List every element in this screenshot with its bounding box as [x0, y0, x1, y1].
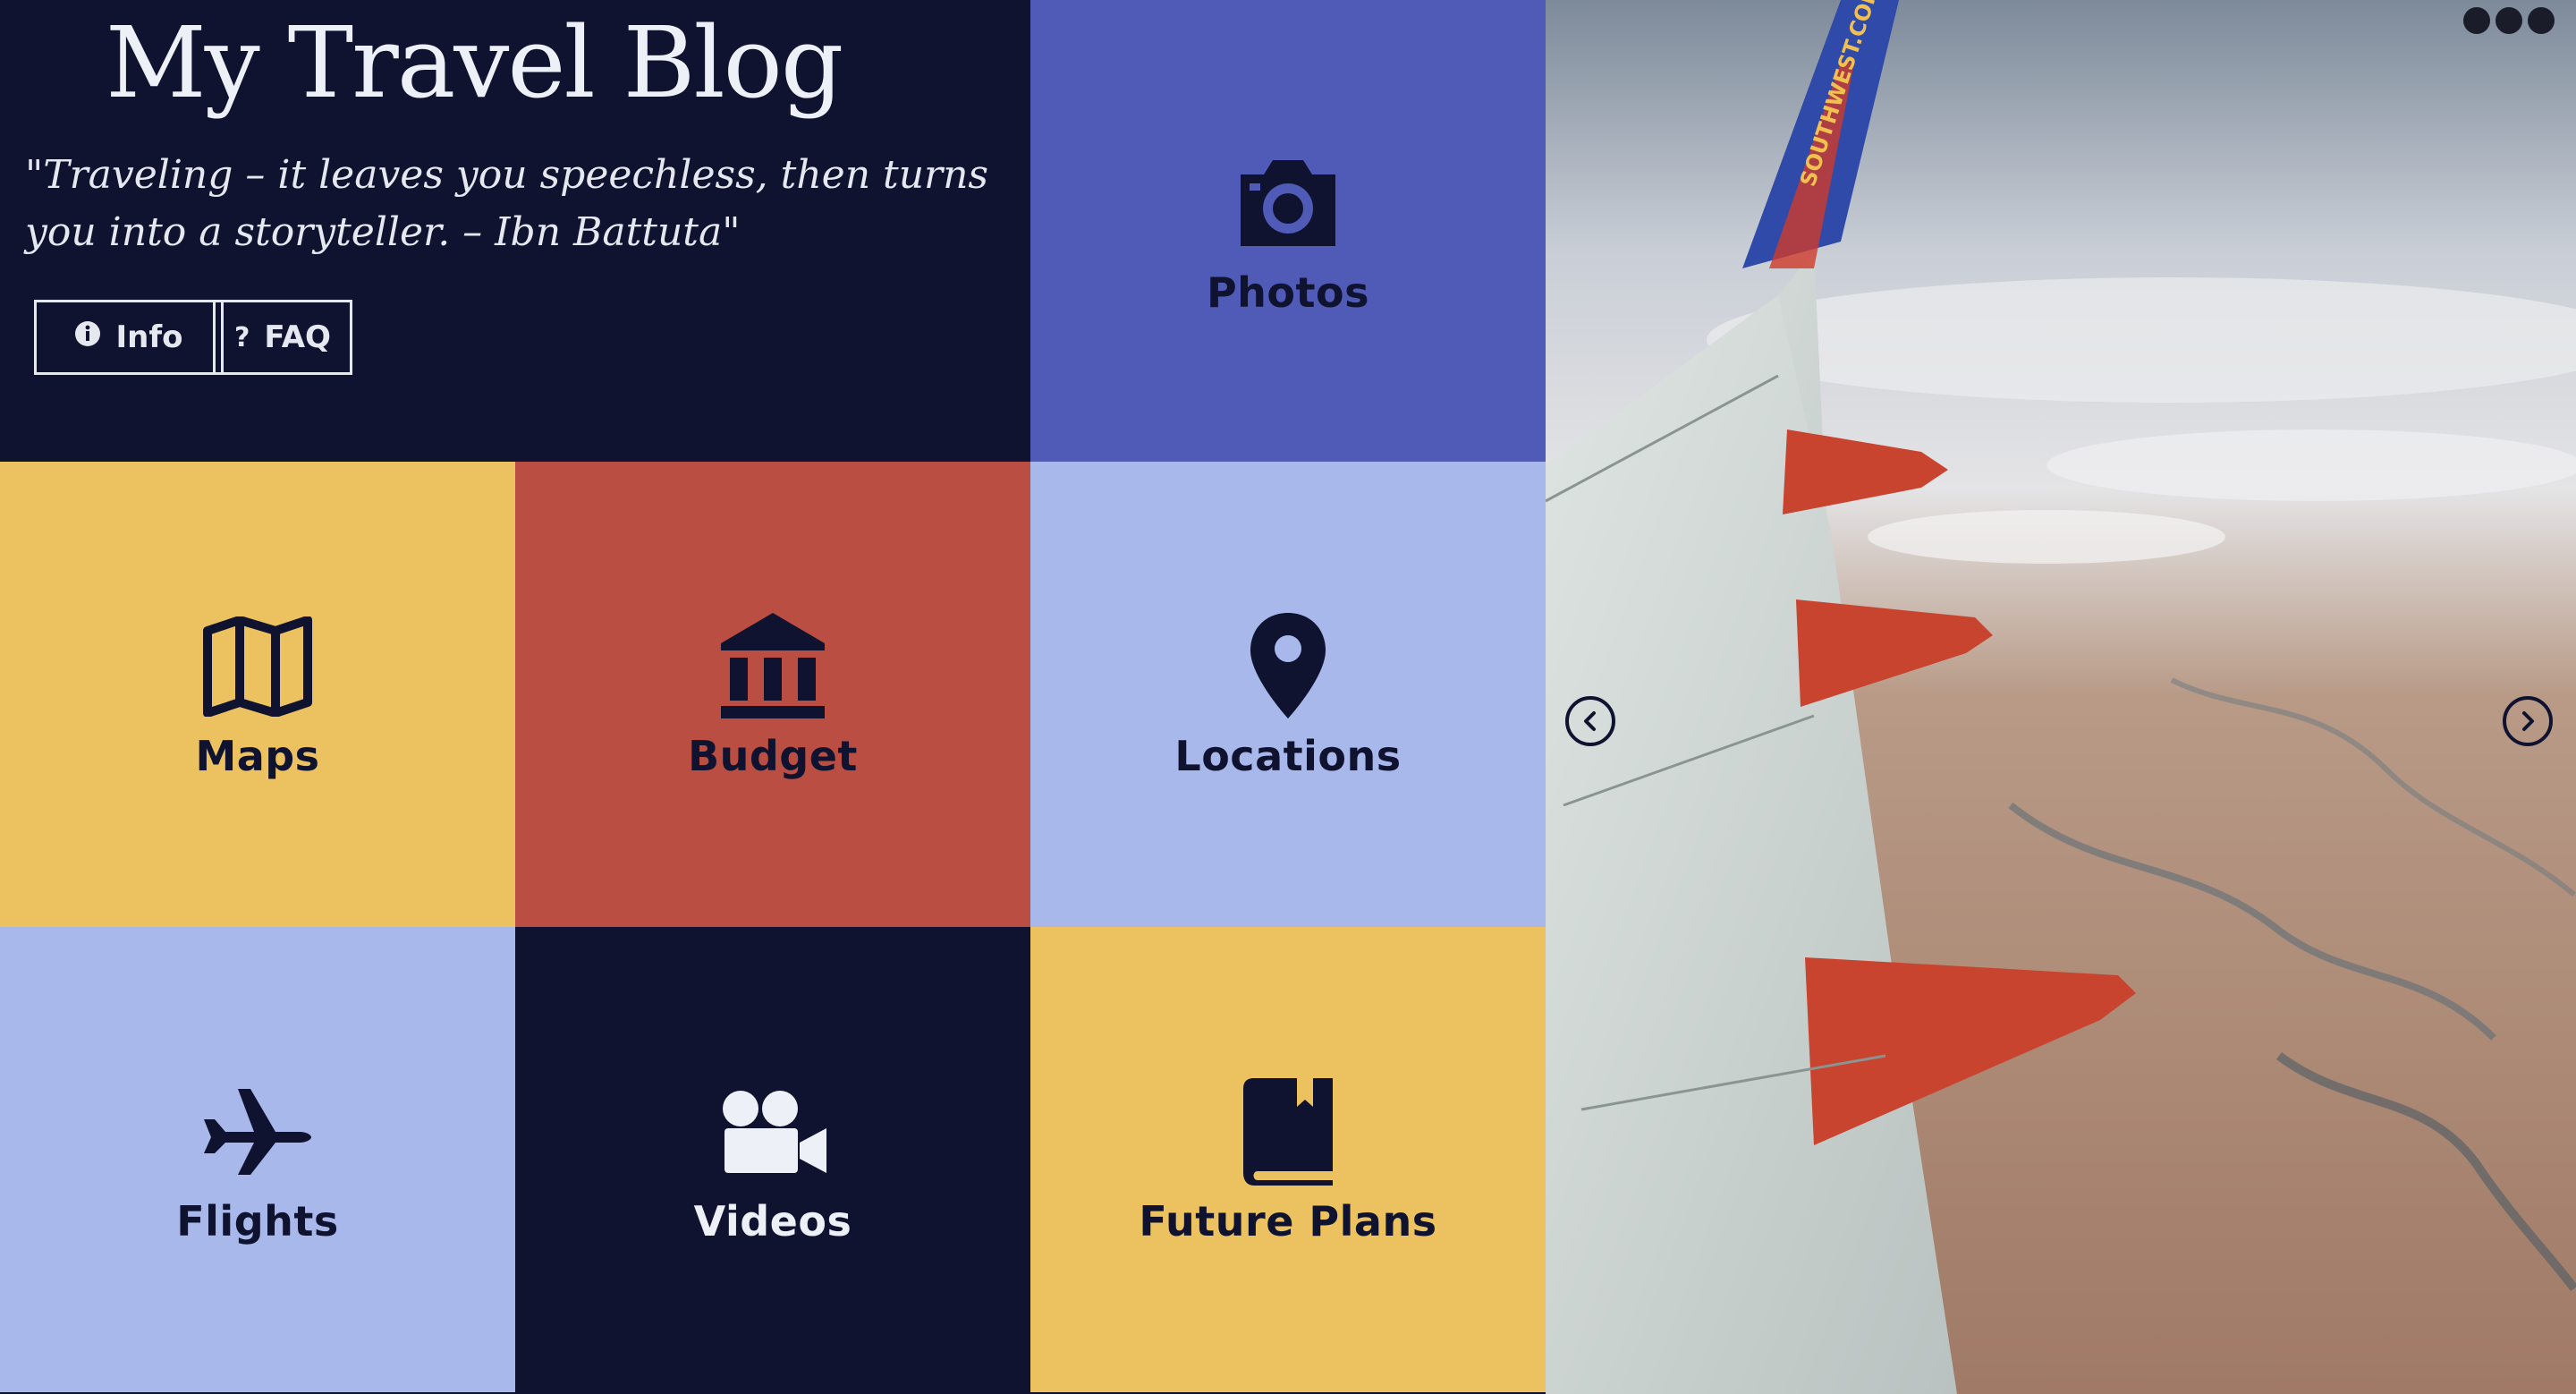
tile-budget[interactable]: Budget [515, 462, 1030, 927]
tile-photos[interactable]: Photos [1030, 0, 1546, 462]
tile-label: Videos [693, 1197, 852, 1245]
blog-header: My Travel Blog "Traveling – it leaves yo… [0, 0, 1030, 462]
map-icon [199, 608, 316, 725]
info-button-label: Info [115, 319, 183, 355]
tile-future-plans[interactable]: Future Plans [1030, 927, 1546, 1392]
tile-videos[interactable]: Videos [515, 927, 1030, 1392]
wing-photo: SOUTHWEST.COM [1546, 0, 2576, 1394]
camera-icon [1230, 145, 1346, 261]
plane-icon [199, 1074, 316, 1190]
next-slide-button[interactable] [2503, 696, 2553, 746]
tile-grid: My Travel Blog "Traveling – it leaves yo… [0, 0, 1546, 1394]
slide-dot[interactable] [2463, 7, 2490, 34]
slide-dot[interactable] [2496, 7, 2522, 34]
map-pin-icon [1230, 608, 1346, 725]
faq-button-label: FAQ [264, 319, 331, 355]
info-icon [74, 320, 101, 354]
tile-label: Locations [1174, 732, 1402, 780]
tile-maps[interactable]: Maps [0, 462, 515, 927]
book-icon [1230, 1074, 1346, 1190]
video-camera-icon [715, 1074, 831, 1190]
faq-button[interactable]: ? FAQ [213, 300, 352, 375]
tile-label: Future Plans [1139, 1197, 1437, 1245]
tile-label: Flights [176, 1197, 339, 1245]
chevron-right-icon [2522, 711, 2534, 731]
bank-icon [715, 608, 831, 725]
prev-slide-button[interactable] [1565, 696, 1615, 746]
tile-label: Budget [688, 732, 858, 780]
slide-indicators [2463, 7, 2555, 34]
slide-dot[interactable] [2528, 7, 2555, 34]
tile-locations[interactable]: Locations [1030, 462, 1546, 927]
photo-carousel: SOUTHWEST.COM [1546, 0, 2576, 1394]
tile-flights[interactable]: Flights [0, 927, 515, 1392]
info-button[interactable]: Info [34, 300, 224, 375]
question-icon: ? [234, 321, 250, 353]
header-quote: "Traveling – it leaves you speechless, t… [25, 152, 988, 255]
tile-label: Photos [1206, 268, 1370, 317]
tile-label: Maps [195, 732, 320, 780]
chevron-left-icon [1584, 711, 1596, 731]
page-title: My Travel Blog [106, 5, 843, 120]
